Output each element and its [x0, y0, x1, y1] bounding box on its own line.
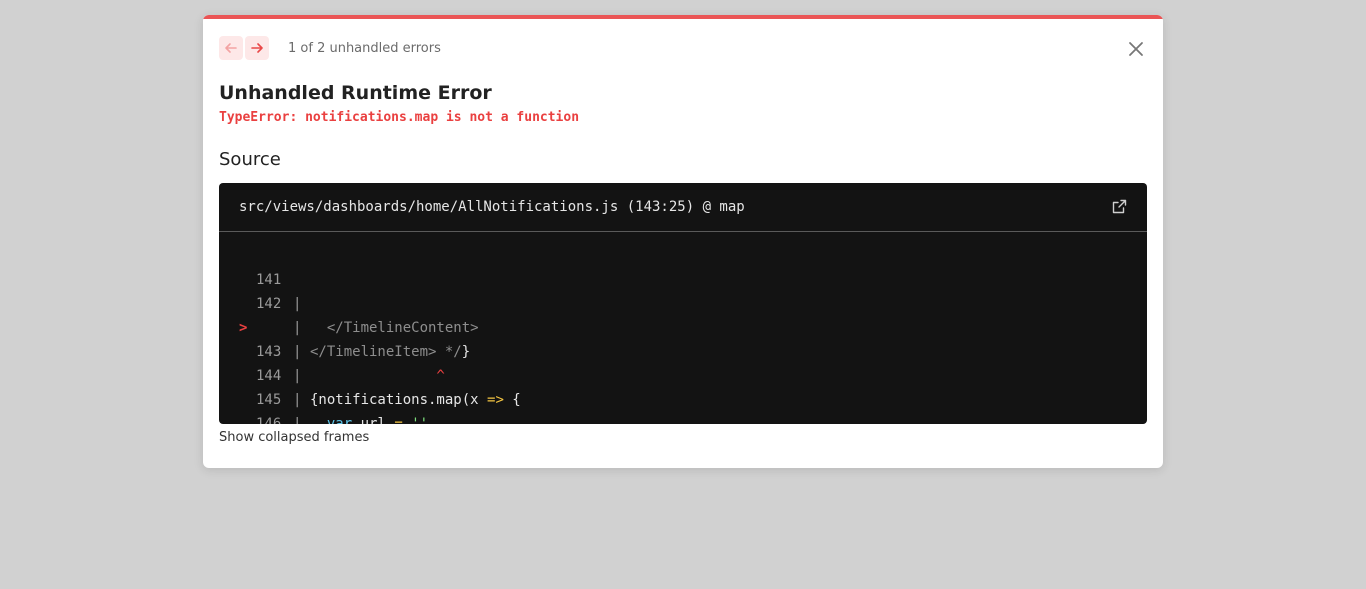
line-number: 146 — [256, 416, 282, 424]
code-line: 144 | var url = '' — [219, 340, 1147, 424]
next-error-button[interactable] — [245, 36, 269, 60]
code-line: 145 | if (x.notification_redirect != '' … — [219, 364, 1147, 424]
close-icon — [1129, 42, 1143, 56]
code-line: 141 | </TimelineContent> — [219, 244, 1147, 336]
open-in-editor-button[interactable] — [1112, 199, 1127, 214]
source-heading: Source — [219, 149, 281, 170]
code-line: 142 | </TimelineItem> */} — [219, 268, 1147, 360]
code-line-caret: | ^ — [219, 316, 1147, 384]
arrow-right-icon — [251, 43, 263, 53]
code-lines: 141 | </TimelineContent> 142 | </Timelin… — [219, 244, 1147, 424]
previous-error-button[interactable] — [219, 36, 243, 60]
code-frame: src/views/dashboards/home/AllNotificatio… — [219, 183, 1147, 424]
code-line: 146 | url = x.notification_redirect.repl… — [219, 388, 1147, 424]
code-frame-header: src/views/dashboards/home/AllNotificatio… — [219, 183, 1147, 232]
code-line-highlighted: > 143 | {notifications.map(x => { — [219, 292, 1147, 408]
gutter-divider: | — [293, 416, 302, 424]
external-link-icon — [1112, 199, 1127, 214]
error-navigation — [219, 36, 269, 60]
close-button[interactable] — [1127, 40, 1145, 58]
code-text: var url = '' — [326, 416, 429, 424]
arrow-left-icon — [225, 43, 237, 53]
error-dialog: 1 of 2 unhandled errors Unhandled Runtim… — [203, 15, 1163, 468]
error-title: Unhandled Runtime Error — [219, 82, 492, 104]
error-message: TypeError: notifications.map is not a fu… — [219, 110, 580, 125]
accent-bar — [203, 15, 1163, 19]
error-counter: 1 of 2 unhandled errors — [288, 41, 441, 56]
file-path-link[interactable]: src/views/dashboards/home/AllNotificatio… — [239, 199, 745, 215]
show-collapsed-frames-button[interactable]: Show collapsed frames — [219, 430, 369, 445]
